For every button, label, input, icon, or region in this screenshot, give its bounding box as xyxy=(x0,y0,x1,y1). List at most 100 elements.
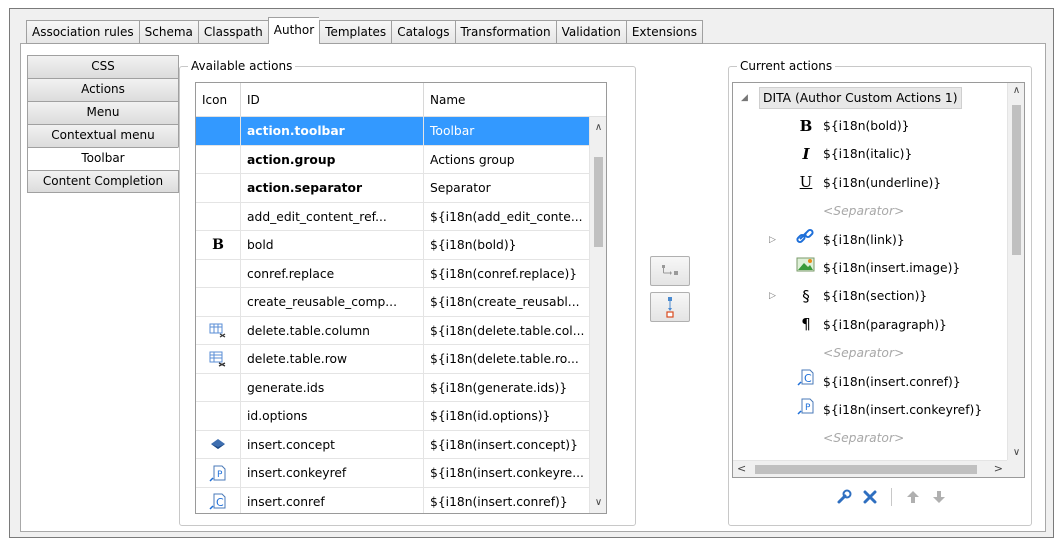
tree-item[interactable]: ▷ § ${i18n(section)} xyxy=(769,283,927,309)
tree-item[interactable]: ▷ ${i18n(link)} xyxy=(769,227,905,253)
scroll-up-arrow-icon[interactable]: ∧ xyxy=(1008,85,1024,96)
side-tab-toolbar[interactable]: Toolbar xyxy=(27,147,179,170)
tree-item[interactable]: U ${i18n(underline)} xyxy=(795,170,941,196)
current-actions-tree: ◢ DITA (Author Custom Actions 1) B ${i18n… xyxy=(732,82,1025,478)
scroll-down-arrow-icon[interactable]: ∨ xyxy=(1008,447,1024,458)
paragraph-icon: ¶ xyxy=(801,315,811,334)
action-name-cell: ${i18n(create_reusabl... xyxy=(424,288,604,316)
delete-row-icon xyxy=(196,345,241,373)
icon-cell xyxy=(196,202,241,230)
table-row[interactable]: Cinsert.conref ${i18n(insert.conref)} xyxy=(196,487,606,513)
toolbar-divider xyxy=(891,488,892,506)
column-header-name[interactable]: Name xyxy=(424,83,604,116)
image-icon xyxy=(795,255,817,281)
side-tab-css[interactable]: CSS xyxy=(27,55,179,78)
table-row[interactable]: generate.ids ${i18n(generate.ids)} xyxy=(196,373,606,402)
scroll-thumb[interactable] xyxy=(755,465,977,474)
tab-catalogs[interactable]: Catalogs xyxy=(391,20,455,44)
table-vertical-scrollbar[interactable]: ∧ ∨ xyxy=(589,117,606,513)
scroll-thumb[interactable] xyxy=(1012,105,1021,255)
side-tab-menu[interactable]: Menu xyxy=(27,101,179,124)
table-row[interactable]: delete.table.column ${i18n(delete.table.c… xyxy=(196,316,606,345)
tree-separator[interactable]: <Separator> xyxy=(823,340,904,366)
conref-icon: C xyxy=(196,487,241,513)
tab-transformation[interactable]: Transformation xyxy=(454,20,556,44)
action-name-cell: ${i18n(add_edit_conte... xyxy=(424,202,604,230)
icon-cell xyxy=(196,373,241,401)
tree-horizontal-scrollbar[interactable]: < > xyxy=(733,460,1007,477)
action-id-cell: generate.ids xyxy=(241,373,424,401)
action-id-cell: action.group xyxy=(241,145,424,173)
action-id-cell: add_edit_content_ref... xyxy=(241,202,424,230)
tree-item[interactable]: C ${i18n(insert.conref)} xyxy=(795,369,961,395)
tree-item-label: ${i18n(underline)} xyxy=(823,175,942,190)
table-row[interactable]: action.toolbar Toolbar xyxy=(196,117,606,146)
tab-validation[interactable]: Validation xyxy=(555,20,626,44)
action-name-cell: ${i18n(bold)} xyxy=(424,231,604,259)
expand-arrow-icon[interactable]: ▷ xyxy=(769,227,776,253)
table-row[interactable]: add_edit_content_ref... ${i18n(add_edit_c… xyxy=(196,202,606,231)
icon-cell xyxy=(196,174,241,202)
tree-item[interactable]: ¶ ${i18n(paragraph)} xyxy=(795,312,947,338)
table-row[interactable]: insert.concept ${i18n(insert.concept)} xyxy=(196,430,606,459)
icon-cell xyxy=(196,402,241,430)
current-actions-toolbar xyxy=(835,486,948,508)
tab-templates[interactable]: Templates xyxy=(319,20,392,44)
table-row[interactable]: id.options ${i18n(id.options)} xyxy=(196,402,606,431)
side-tab-actions[interactable]: Actions xyxy=(27,78,179,101)
table-row[interactable]: action.separator Separator xyxy=(196,174,606,203)
column-header-icon[interactable]: Icon xyxy=(196,83,241,116)
collapse-arrow-icon[interactable]: ◢ xyxy=(741,85,748,111)
tab-classpath[interactable]: Classpath xyxy=(197,20,268,44)
tree-separator[interactable]: <Separator> xyxy=(823,198,904,224)
action-id-cell: bold xyxy=(241,231,424,259)
scroll-down-arrow-icon[interactable]: ∨ xyxy=(590,494,606,511)
tree-separator[interactable]: <Separator> xyxy=(823,425,904,451)
scroll-left-arrow-icon[interactable]: < xyxy=(737,461,746,477)
remove-icon[interactable] xyxy=(861,488,879,506)
tree-item[interactable]: B ${i18n(bold)} xyxy=(795,113,910,139)
add-as-child-button[interactable] xyxy=(650,256,690,286)
bold-icon: B xyxy=(196,231,241,259)
tree-item[interactable]: I ${i18n(italic)} xyxy=(795,141,912,167)
tab-schema[interactable]: Schema xyxy=(138,20,198,44)
tree-root[interactable]: ◢ DITA (Author Custom Actions 1) xyxy=(741,85,962,111)
svg-text:P: P xyxy=(805,403,811,413)
table-row[interactable]: delete.table.row ${i18n(delete.table.ro..… xyxy=(196,345,606,374)
column-header-id[interactable]: ID xyxy=(241,83,424,116)
edit-wrench-icon[interactable] xyxy=(835,488,853,506)
add-as-sibling-button[interactable] xyxy=(650,292,690,322)
scroll-thumb[interactable] xyxy=(594,157,603,247)
action-id-cell: delete.table.column xyxy=(241,316,424,344)
action-name-cell: ${i18n(delete.table.col... xyxy=(424,316,604,344)
tab-extensions[interactable]: Extensions xyxy=(625,20,703,44)
action-id-cell: insert.conkeyref xyxy=(241,459,424,487)
table-row[interactable]: action.group Actions group xyxy=(196,145,606,174)
move-up-icon[interactable] xyxy=(904,488,922,506)
expand-arrow-icon[interactable]: ▷ xyxy=(769,283,776,309)
table-row[interactable]: Bbold ${i18n(bold)} xyxy=(196,231,606,260)
move-down-icon[interactable] xyxy=(930,488,948,506)
side-tab-content-completion[interactable]: Content Completion xyxy=(27,170,179,193)
tree-item[interactable]: ${i18n(insert.image)} xyxy=(795,255,960,281)
tree-item-label: ${i18n(insert.conref)} xyxy=(823,374,961,389)
tree-item[interactable]: P ${i18n(insert.conkeyref)} xyxy=(795,397,982,423)
separator-label: <Separator> xyxy=(823,346,905,361)
action-name-cell: ${i18n(delete.table.ro... xyxy=(424,345,604,373)
table-row[interactable]: conref.replace ${i18n(conref.replace)} xyxy=(196,259,606,288)
side-tab-contextual-menu[interactable]: Contextual menu xyxy=(27,124,179,147)
table-row[interactable]: Pinsert.conkeyref ${i18n(insert.conkeyre.… xyxy=(196,459,606,488)
table-row[interactable]: create_reusable_comp... ${i18n(create_reu… xyxy=(196,288,606,317)
tree-item-label: ${i18n(link)} xyxy=(823,232,905,247)
svg-text:P: P xyxy=(217,470,223,480)
tab-author[interactable]: Author xyxy=(267,17,320,44)
scroll-up-arrow-icon[interactable]: ∧ xyxy=(590,119,606,136)
tree-vertical-scrollbar[interactable]: ∧ ∨ xyxy=(1007,83,1024,460)
tab-association-rules[interactable]: Association rules xyxy=(26,20,139,44)
tree-item-label: ${i18n(paragraph)} xyxy=(823,317,947,332)
action-id-cell: create_reusable_comp... xyxy=(241,288,424,316)
scroll-right-arrow-icon[interactable]: > xyxy=(994,461,1003,477)
icon-cell xyxy=(196,145,241,173)
tree-item-label: ${i18n(bold)} xyxy=(823,119,910,133)
tree-root-label[interactable]: DITA (Author Custom Actions 1) xyxy=(759,87,962,109)
